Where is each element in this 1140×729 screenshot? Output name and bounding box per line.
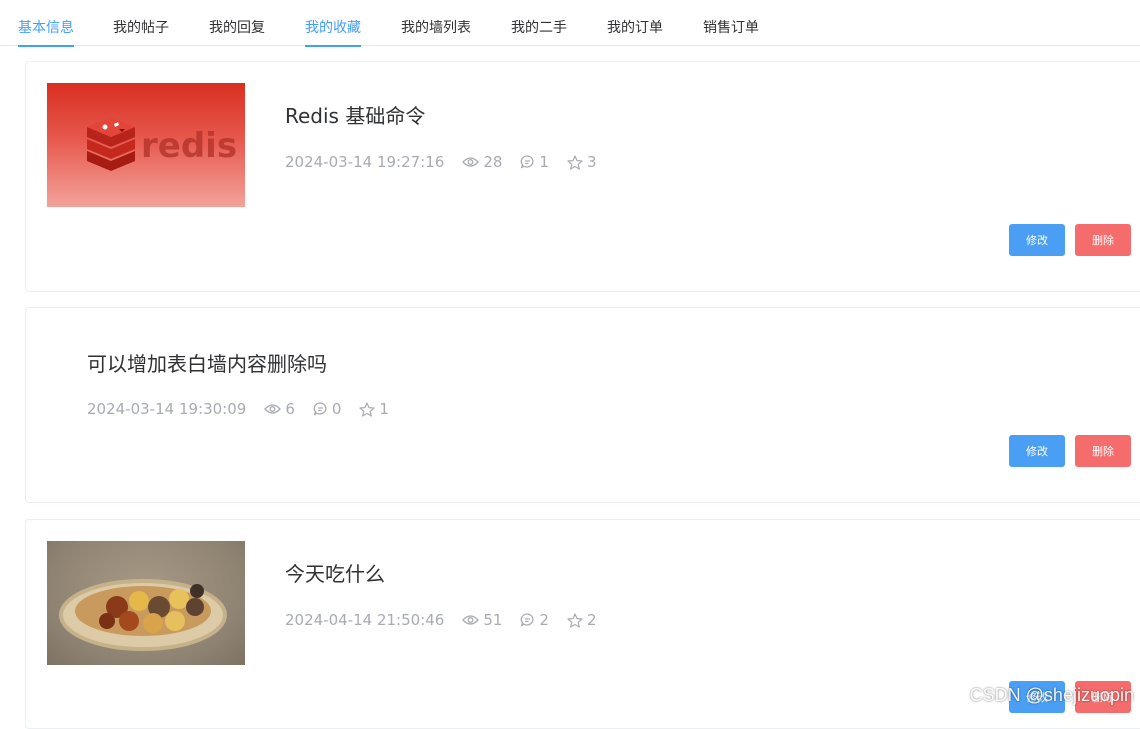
post-meta: 2024-03-14 19:30:09 6 0 1 <box>87 400 389 418</box>
post-title[interactable]: 今天吃什么 <box>285 558 385 587</box>
post-thumbnail[interactable] <box>47 541 245 665</box>
star-count: 1 <box>359 400 389 418</box>
tab-my-favorites[interactable]: 我的收藏 <box>305 0 361 47</box>
post-title[interactable]: 可以增加表白墙内容删除吗 <box>87 348 327 377</box>
edit-button[interactable]: 修改 <box>1009 435 1065 467</box>
star-icon <box>359 401 376 417</box>
star-count: 2 <box>567 611 597 629</box>
eye-icon <box>264 404 282 414</box>
tab-basic-info[interactable]: 基本信息 <box>18 0 74 47</box>
redis-logo-text: redis <box>141 126 237 166</box>
post-time: 2024-03-14 19:27:16 <box>285 153 445 171</box>
star-icon <box>567 612 583 628</box>
post-card: 可以增加表白墙内容删除吗 2024-03-14 19:30:09 6 0 1 修… <box>25 307 1140 503</box>
delete-button[interactable]: 删除 <box>1075 435 1131 467</box>
delete-button[interactable]: 删除 <box>1075 224 1131 256</box>
comment-icon <box>521 613 534 627</box>
tab-bar: 基本信息 我的帖子 我的回复 我的收藏 我的墙列表 我的二手 我的订单 销售订单 <box>0 0 1140 47</box>
post-card: redis Redis 基础命令 2024-03-14 19:27:16 28 … <box>25 61 1140 292</box>
comment-count: 2 <box>520 611 549 629</box>
tab-my-orders[interactable]: 我的订单 <box>607 0 663 46</box>
comment-icon <box>521 155 534 169</box>
comment-count: 1 <box>520 153 549 171</box>
redis-logo-icon: redis <box>87 117 237 171</box>
post-time: 2024-04-14 21:50:46 <box>285 611 445 629</box>
post-meta: 2024-04-14 21:50:46 51 2 2 <box>285 611 597 629</box>
eye-icon <box>462 157 480 167</box>
tab-sales-orders[interactable]: 销售订单 <box>703 0 759 46</box>
tab-my-wall-list[interactable]: 我的墙列表 <box>401 0 471 46</box>
view-count: 51 <box>462 611 502 629</box>
comment-count: 0 <box>313 400 341 418</box>
tab-my-replies[interactable]: 我的回复 <box>209 0 265 46</box>
tab-my-posts[interactable]: 我的帖子 <box>113 0 169 46</box>
csdn-watermark: CSDN @shejizuopin <box>969 685 1134 705</box>
view-count: 28 <box>462 153 502 171</box>
comment-icon <box>313 402 327 416</box>
eye-icon <box>462 615 480 625</box>
star-count: 3 <box>567 153 597 171</box>
post-thumbnail[interactable]: redis <box>47 83 245 207</box>
edit-button[interactable]: 修改 <box>1009 224 1065 256</box>
tab-my-secondhand[interactable]: 我的二手 <box>511 0 567 46</box>
star-icon <box>567 154 583 170</box>
view-count: 6 <box>264 400 295 418</box>
post-title[interactable]: Redis 基础命令 <box>285 100 425 129</box>
post-meta: 2024-03-14 19:27:16 28 1 3 <box>285 153 597 171</box>
post-time: 2024-03-14 19:30:09 <box>87 400 247 418</box>
food-basket-image <box>59 579 227 651</box>
